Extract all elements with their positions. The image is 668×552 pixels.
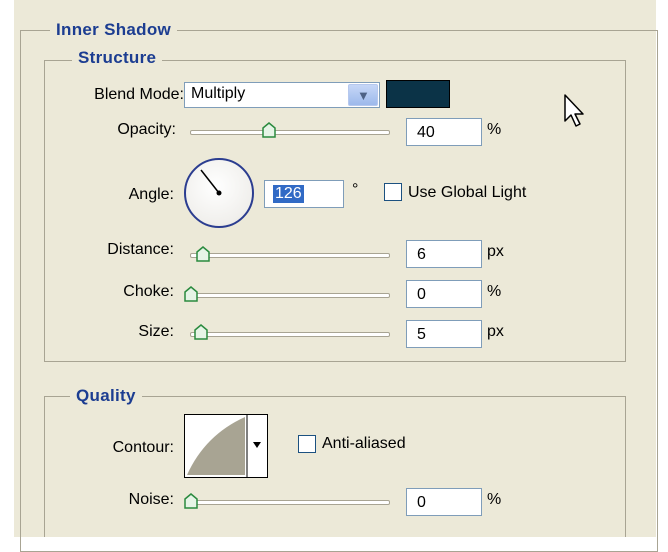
chevron-down-icon: ▼ — [357, 88, 370, 103]
size-slider-thumb-icon[interactable] — [194, 324, 208, 340]
use-global-light-label[interactable]: Use Global Light — [408, 183, 526, 203]
distance-label: Distance: — [107, 241, 174, 258]
shadow-color-swatch[interactable] — [386, 80, 450, 108]
angle-label: Angle: — [128, 186, 174, 203]
quality-group-frame — [44, 396, 626, 537]
opacity-slider-track[interactable] — [190, 130, 390, 135]
blend-mode-dropdown-button[interactable]: ▼ — [348, 84, 378, 106]
noise-unit: % — [487, 491, 502, 508]
blend-mode-value: Multiply — [191, 85, 246, 102]
mouse-cursor-icon — [564, 94, 584, 127]
noise-label: Noise: — [128, 491, 174, 508]
inner-shadow-title: Inner Shadow — [50, 20, 178, 40]
choke-slider-track[interactable] — [190, 293, 390, 298]
contour-dropdown-arrow-icon — [253, 442, 261, 448]
noise-slider-thumb-icon[interactable] — [184, 493, 198, 509]
noise-slider-track[interactable] — [190, 500, 390, 505]
choke-unit: % — [487, 283, 502, 300]
contour-picker[interactable] — [184, 414, 268, 478]
distance-slider-thumb-icon[interactable] — [196, 246, 210, 262]
angle-dial[interactable] — [184, 158, 254, 228]
distance-input[interactable]: 6 — [406, 240, 482, 268]
opacity-slider-thumb-icon[interactable] — [262, 122, 276, 138]
choke-slider-thumb-icon[interactable] — [184, 286, 198, 302]
blend-mode-label: Blend Mode: — [94, 86, 184, 103]
structure-title: Structure — [72, 48, 163, 68]
quality-title: Quality — [70, 386, 142, 406]
use-global-light-checkbox[interactable] — [384, 183, 402, 201]
distance-unit: px — [487, 243, 504, 260]
opacity-unit: % — [487, 121, 502, 138]
size-slider-track[interactable] — [190, 332, 390, 337]
choke-label: Choke: — [123, 283, 174, 300]
choke-input[interactable]: 0 — [406, 280, 482, 308]
anti-aliased-checkbox[interactable] — [298, 435, 316, 453]
contour-curve-icon — [187, 415, 261, 477]
blend-mode-dropdown[interactable]: Multiply ▼ — [184, 82, 380, 108]
opacity-label: Opacity: — [117, 121, 176, 138]
distance-slider-track[interactable] — [190, 253, 390, 258]
angle-input[interactable]: 126 — [264, 180, 344, 208]
size-unit: px — [487, 323, 504, 340]
contour-label: Contour: — [112, 439, 174, 456]
angle-unit: ° — [352, 181, 359, 198]
size-label: Size: — [138, 323, 174, 340]
opacity-input[interactable]: 40 — [406, 118, 482, 146]
size-input[interactable]: 5 — [406, 320, 482, 348]
anti-aliased-label[interactable]: Anti-aliased — [322, 434, 406, 454]
angle-dial-hand-icon — [200, 169, 222, 196]
noise-input[interactable]: 0 — [406, 488, 482, 516]
